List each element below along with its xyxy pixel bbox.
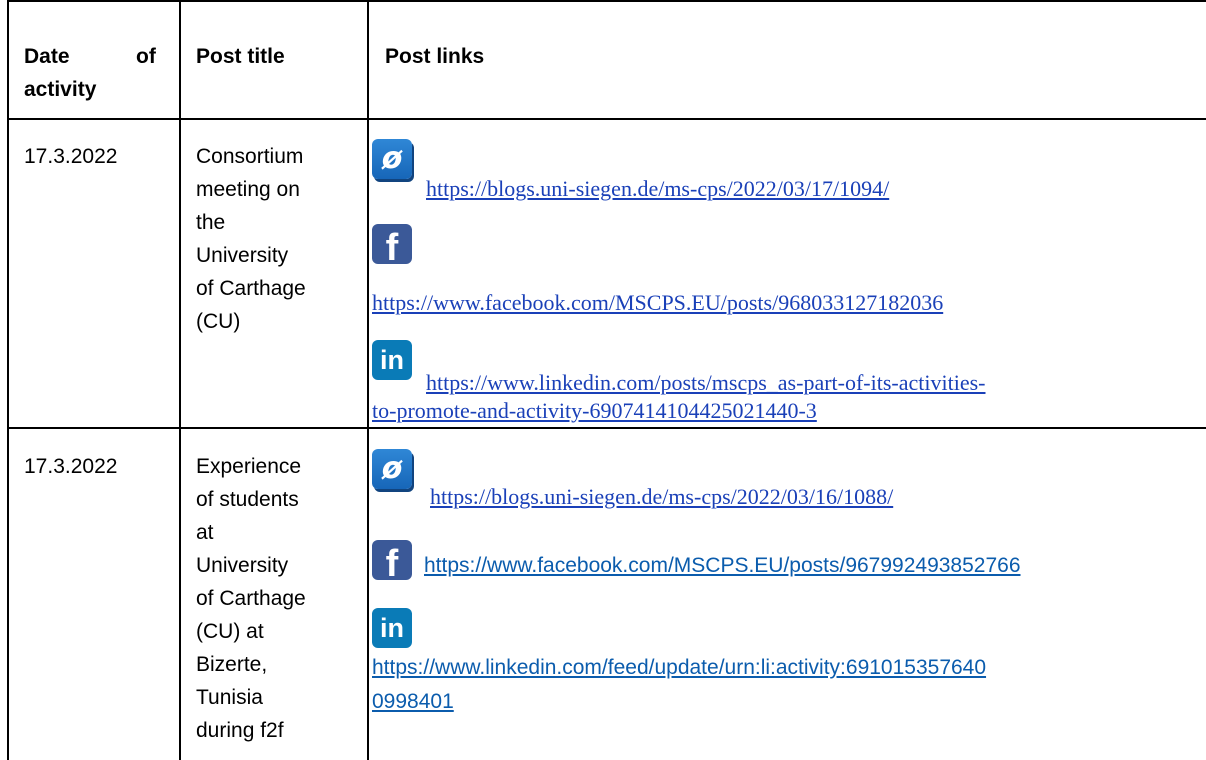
linkedin-icon[interactable]: in [372, 608, 412, 648]
linkedin-glyph: in [380, 345, 404, 375]
row2-title-line: of students [196, 488, 299, 511]
facebook-icon[interactable]: f [372, 224, 412, 269]
row1-title-line: the [196, 211, 226, 234]
row2-title-line: Experience [196, 455, 302, 478]
facebook-glyph: f [385, 543, 399, 585]
facebook-glyph: f [385, 227, 399, 269]
header-date-of: of [136, 45, 156, 68]
row2-facebook-link[interactable]: https://www.facebook.com/MSCPS.EU/posts/… [424, 554, 1021, 578]
row1-blog-link[interactable]: https://blogs.uni-siegen.de/ms-cps/2022/… [426, 176, 889, 202]
col-border-left [7, 0, 9, 760]
header-post-title: Post title [196, 45, 285, 68]
row1-title-line: of Carthage [196, 277, 306, 300]
row1-title-line: (CU) [196, 310, 241, 333]
row1-linkedin-link-line1[interactable]: https://www.linkedin.com/posts/mscps_as-… [426, 370, 986, 396]
row2-linkedin-link-line1[interactable]: https://www.linkedin.com/feed/update/urn… [372, 656, 986, 680]
row1-title-line: Consortium [196, 145, 304, 168]
row1-title-line: meeting on [196, 178, 300, 201]
row1-facebook-link[interactable]: https://www.facebook.com/MSCPS.EU/posts/… [372, 290, 943, 316]
header-date-activity: activity [24, 78, 97, 101]
table-border-top [7, 0, 1206, 2]
row2-title-line: Tunisia [196, 686, 263, 709]
web-link-icon[interactable]: ø [372, 449, 412, 489]
row2-blog-link[interactable]: https://blogs.uni-siegen.de/ms-cps/2022/… [430, 484, 893, 510]
row2-title-line: Bizerte, [196, 653, 268, 676]
row2-linkedin-link-line2[interactable]: 0998401 [372, 690, 454, 714]
row1-linkedin-link-line2[interactable]: to-promote-and-activity-6907414104425021… [372, 398, 817, 424]
row-divider [7, 427, 1206, 429]
web-link-glyph: ø [381, 451, 403, 486]
facebook-icon[interactable]: f [372, 540, 412, 585]
row2-title-line: (CU) at [196, 620, 264, 643]
row2-title-line: of Carthage [196, 587, 306, 610]
web-link-glyph: ø [381, 141, 403, 176]
linkedin-glyph: in [380, 613, 404, 643]
linkedin-icon[interactable]: in [372, 340, 412, 380]
header-divider [7, 118, 1206, 120]
row1-title-line: University [196, 244, 289, 267]
header-date-word: Date [24, 45, 70, 68]
col-divider-2 [367, 0, 369, 760]
web-link-icon[interactable]: ø [372, 139, 412, 179]
header-post-links: Post links [385, 45, 485, 68]
row1-date: 17.3.2022 [24, 145, 118, 168]
row2-title-line: at [196, 521, 214, 544]
row2-title-line: during f2f [196, 719, 284, 742]
row2-title-line: University [196, 554, 289, 577]
header-date: Date of activity [24, 44, 164, 102]
activity-table: Date of activity Post title Post links 1… [0, 0, 1206, 760]
row2-date: 17.3.2022 [24, 455, 118, 478]
col-divider-1 [179, 0, 181, 760]
